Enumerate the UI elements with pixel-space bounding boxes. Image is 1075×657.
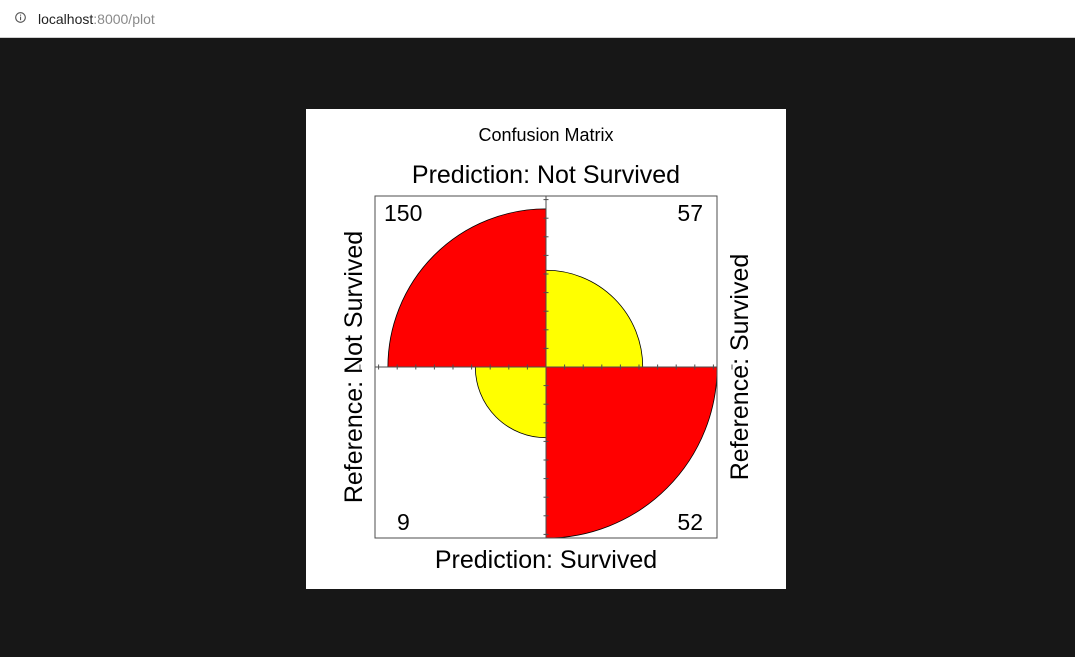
url-path: :8000/plot bbox=[93, 11, 155, 27]
sector-top-left bbox=[387, 208, 547, 368]
count-bottom-left: 9 bbox=[397, 509, 410, 535]
fourfold-chart: Confusion Matrix Prediction: Not Survive… bbox=[340, 125, 754, 574]
sector-bottom-left bbox=[474, 366, 547, 439]
address-bar[interactable]: localhost:8000/plot bbox=[0, 0, 1075, 38]
info-icon[interactable] bbox=[15, 12, 26, 23]
url-text[interactable]: localhost:8000/plot bbox=[38, 10, 155, 28]
sector-top-right bbox=[545, 269, 644, 368]
count-top-right: 57 bbox=[677, 200, 703, 226]
count-top-left: 150 bbox=[384, 200, 422, 226]
chart-title: Confusion Matrix bbox=[478, 125, 613, 145]
count-bottom-right: 52 bbox=[677, 509, 703, 535]
top-label: Prediction: Not Survived bbox=[412, 161, 680, 189]
left-label: Reference: Not Survived bbox=[340, 231, 368, 503]
right-label: Reference: Survived bbox=[726, 254, 754, 481]
bottom-label: Prediction: Survived bbox=[435, 546, 657, 574]
plot-image: Confusion Matrix Prediction: Not Survive… bbox=[306, 109, 786, 589]
url-host: localhost bbox=[38, 11, 94, 27]
